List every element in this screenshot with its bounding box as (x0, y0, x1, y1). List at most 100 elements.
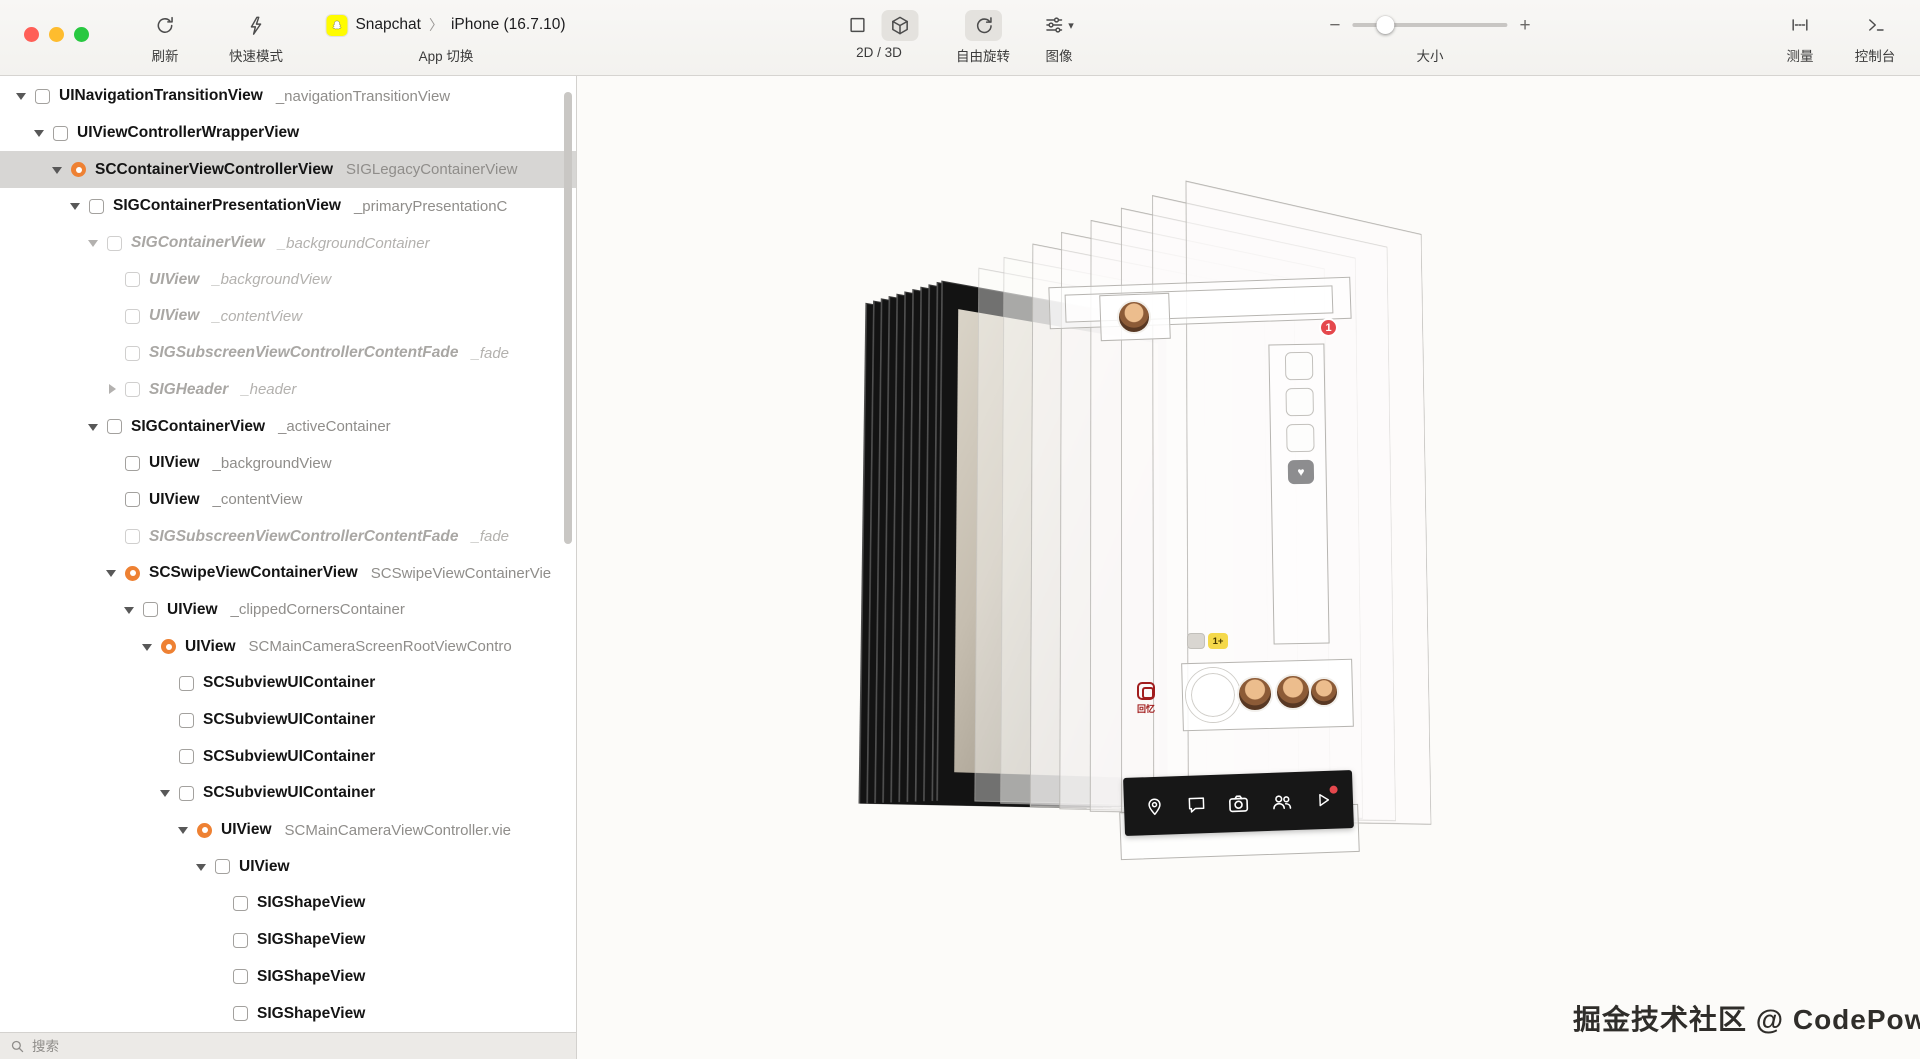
disclosure-triangle[interactable] (138, 639, 158, 655)
tree-row[interactable]: UINavigationTransitionView _navigationTra… (0, 78, 576, 115)
tree-row[interactable]: UIView _contentView (0, 482, 576, 519)
layer-detail-overlays: 1 ♥ 1+ 回忆 掘金技术社区 @ CodePower (577, 76, 1920, 1059)
disclosure-triangle[interactable] (102, 382, 122, 398)
search-input[interactable] (32, 1038, 232, 1054)
tree-row[interactable]: SIGContainerPresentationView _primaryPres… (0, 188, 576, 225)
disclosure-triangle[interactable] (192, 859, 212, 875)
node-class-name: SCSubviewUIContainer (203, 674, 376, 692)
tree-row[interactable]: SCSubviewUIContainer (0, 702, 576, 739)
view-controller-icon (71, 162, 86, 178)
node-detail: SIGLegacyContainerView (346, 161, 518, 179)
console-group: 控制台 (1855, 9, 1895, 65)
node-detail: SCMainCameraScreenRootViewContro (248, 638, 512, 656)
zoom-slider-knob[interactable] (1376, 16, 1395, 34)
watermark: 掘金技术社区 @ CodePower (1573, 1004, 1920, 1035)
tree-row[interactable]: UIViewControllerWrapperView (0, 115, 576, 152)
tree-row[interactable]: SIGShapeView (0, 922, 576, 959)
disclosure-triangle[interactable] (102, 565, 122, 581)
3d-mode-button[interactable] (881, 9, 919, 41)
tab-bar (1123, 770, 1354, 836)
tree-row[interactable]: SCSubviewUIContainer (0, 665, 576, 702)
node-detail: _backgroundContainer (277, 234, 430, 252)
tree-row[interactable]: UIView SCMainCameraScreenRootViewContro (0, 628, 576, 665)
node-class-name: SIGContainerView (131, 234, 265, 252)
node-class-name: SCSubviewUIContainer (203, 747, 376, 765)
disclosure-triangle[interactable] (156, 785, 176, 801)
tree-row[interactable]: SIGContainerView _backgroundContainer (0, 225, 576, 262)
close-button[interactable] (24, 27, 39, 42)
refresh-icon (157, 16, 173, 33)
tree-row[interactable]: UIView _backgroundView (0, 261, 576, 298)
view-icon (233, 932, 248, 948)
refresh-button[interactable] (147, 10, 184, 41)
node-detail: SCMainCameraViewController.vie (284, 821, 512, 839)
image-options-button[interactable]: ▾ (1036, 10, 1082, 40)
node-class-name: SCSubviewUIContainer (203, 711, 376, 729)
square-2d-icon (850, 17, 865, 33)
tree-row[interactable]: SIGSubscreenViewControllerContentFade _fa… (0, 335, 576, 372)
disclosure-triangle[interactable] (174, 822, 194, 838)
fullscreen-button[interactable] (74, 27, 89, 42)
quick-mode-label: 快速模式 (229, 49, 283, 64)
tree-row[interactable]: SCSubviewUIContainer (0, 738, 576, 775)
tree-row[interactable]: SCSubviewUIContainer (0, 775, 576, 812)
camera-tab-icon (1227, 791, 1251, 815)
free-rotate-button[interactable] (964, 9, 1002, 41)
tree-row[interactable]: SCSwipeViewContainerView SCSwipeViewConta… (0, 555, 576, 592)
friends-badge: 1+ (1208, 633, 1228, 649)
console-button[interactable] (1857, 10, 1894, 40)
tree-row[interactable]: UIView _contentView (0, 298, 576, 335)
search-icon (11, 1040, 24, 1052)
view-hierarchy-sidebar: UINavigationTransitionView _navigationTra… (0, 76, 577, 1059)
quick-mode-button[interactable] (238, 10, 274, 41)
tree-row[interactable]: UIView (0, 848, 576, 885)
sidebar-scrollbar[interactable] (564, 92, 572, 544)
node-class-name: UIView (149, 454, 200, 472)
node-class-name: UINavigationTransitionView (59, 87, 263, 105)
node-detail: _activeContainer (278, 418, 391, 436)
disclosure-triangle[interactable] (84, 419, 104, 435)
measure-label: 测量 (1786, 49, 1814, 64)
refresh-group: 刷新 (147, 9, 184, 65)
zoom-out-button[interactable]: − (1329, 16, 1340, 35)
zoom-in-button[interactable]: + (1520, 16, 1531, 35)
traffic-lights (24, 27, 89, 42)
node-class-name: UIView (149, 490, 200, 508)
node-class-name: SIGContainerPresentationView (113, 197, 341, 215)
capture-button (1186, 668, 1240, 722)
node-class-name: SIGShapeView (257, 1004, 366, 1022)
zoom-slider[interactable] (1352, 16, 1508, 34)
tree-row[interactable]: SIGContainerView _activeContainer (0, 408, 576, 445)
disclosure-triangle[interactable] (66, 198, 86, 214)
tree-row[interactable]: UIView _clippedCornersContainer (0, 592, 576, 629)
app-switcher-button[interactable]: Snapchat 〉 iPhone (16.7.10) (326, 14, 566, 36)
disclosure-triangle[interactable] (12, 88, 32, 104)
view-icon (53, 125, 68, 141)
node-class-name: UIView (167, 600, 218, 618)
tree-row[interactable]: SIGShapeView (0, 959, 576, 996)
tree-row[interactable]: SIGSubscreenViewControllerContentFade _fa… (0, 518, 576, 555)
disclosure-triangle[interactable] (30, 125, 50, 141)
search-bar (0, 1032, 576, 1059)
lightning-icon (250, 16, 262, 35)
tree-row[interactable]: SIGHeader _header (0, 372, 576, 409)
app-switcher-label: App 切换 (418, 49, 474, 64)
tree-row[interactable]: UIView _backgroundView (0, 445, 576, 482)
console-icon (1868, 19, 1884, 31)
tree-row[interactable]: SCContainerViewControllerView SIGLegacyCo… (0, 151, 576, 189)
minimize-button[interactable] (49, 27, 64, 42)
disclosure-triangle[interactable] (48, 162, 68, 178)
tree-row[interactable]: SIGShapeView (0, 995, 576, 1032)
memories-icon (1137, 682, 1155, 700)
tree-row[interactable]: UIView SCMainCameraViewController.vie (0, 812, 576, 849)
2d-mode-button[interactable] (840, 10, 876, 40)
view-mode-group: 2D / 3D (840, 9, 919, 60)
node-class-name: SIGHeader (149, 380, 229, 398)
disclosure-triangle[interactable] (120, 602, 140, 618)
measure-button[interactable] (1781, 10, 1819, 40)
disclosure-triangle[interactable] (84, 235, 104, 251)
node-detail: _header (241, 381, 297, 399)
tree-row[interactable]: SIGShapeView (0, 885, 576, 922)
